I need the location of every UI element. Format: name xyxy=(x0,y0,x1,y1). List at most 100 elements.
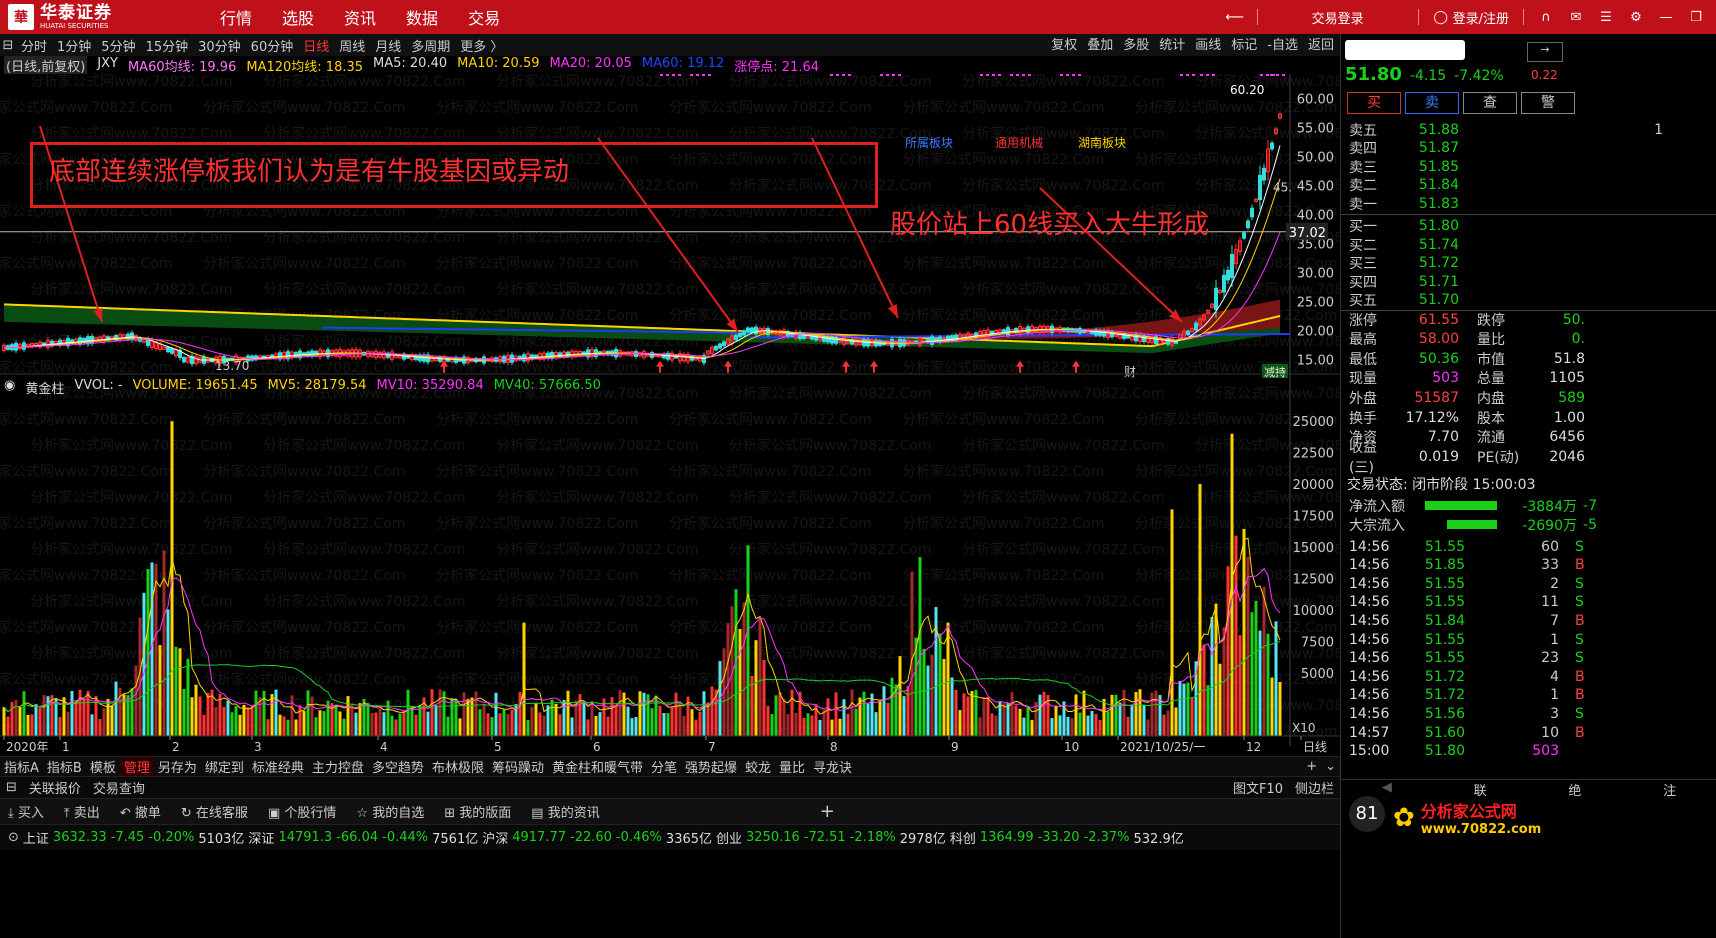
cancel-action[interactable]: ↶ 撤单 xyxy=(120,802,161,821)
tick-row[interactable]: 15:00 51.80 503 xyxy=(1341,742,1716,761)
tool-button[interactable]: 复权 xyxy=(1051,34,1077,53)
tool-button[interactable]: 叠加 xyxy=(1087,34,1113,53)
status-icon[interactable]: ⊙ xyxy=(8,830,19,845)
indicator-tab[interactable]: 量比 xyxy=(775,757,809,776)
news-action[interactable]: ▤ 我的资讯 xyxy=(531,802,599,821)
tool-button[interactable]: -自选 xyxy=(1267,34,1298,53)
bid-row[interactable]: 买二 51.74 xyxy=(1341,235,1716,254)
login-register-link[interactable]: 登录/注册 xyxy=(1453,8,1509,27)
period-tab[interactable]: 周线 xyxy=(334,36,370,55)
trade-login-button[interactable]: 交易登录 xyxy=(1312,8,1364,27)
add-icon[interactable]: + xyxy=(820,801,835,822)
index-name[interactable]: 深证 xyxy=(248,828,274,847)
index-name[interactable]: 上证 xyxy=(23,828,49,847)
tool-button[interactable]: 统计 xyxy=(1159,34,1185,53)
indicator-tab[interactable]: 蛟龙 xyxy=(741,757,775,776)
tick-row[interactable]: 14:56 51.55 60 S xyxy=(1341,537,1716,556)
tool-button[interactable]: 画线 xyxy=(1195,34,1221,53)
indicator-tab[interactable]: 主力控盘 xyxy=(308,757,368,776)
headset-icon[interactable]: ∩ xyxy=(1538,9,1554,25)
panel-nav-item[interactable]: 注 xyxy=(1663,780,1676,799)
expand-icon[interactable]: ⌄ xyxy=(1321,759,1340,774)
menu-item-news[interactable]: 资讯 xyxy=(344,5,376,29)
bid-row[interactable]: 买四 51.71 xyxy=(1341,272,1716,291)
collapse-icon[interactable]: ⊟ xyxy=(0,780,23,795)
indicator-tab[interactable]: 指标A xyxy=(0,757,43,776)
panel-nav-item[interactable]: 绝 xyxy=(1568,780,1581,799)
tick-row[interactable]: 14:56 51.72 4 B xyxy=(1341,667,1716,686)
back-arrow-icon[interactable]: ⟵ xyxy=(1225,9,1244,25)
ask-row[interactable]: 卖二 51.84 xyxy=(1341,176,1716,195)
sidebar-toggle[interactable]: 侧边栏 xyxy=(1289,778,1340,797)
indicator-tab-active[interactable]: 管理 xyxy=(119,757,154,776)
index-name[interactable]: 沪深 xyxy=(482,828,508,847)
buy-button[interactable]: 买 xyxy=(1347,92,1401,114)
period-tab[interactable]: 多周期 xyxy=(406,36,455,55)
app-logo[interactable]: 華 华泰证券 HUATAI SECURITIES xyxy=(0,0,180,34)
period-tab[interactable]: 1分钟 xyxy=(52,36,96,55)
period-tab[interactable]: 5分钟 xyxy=(96,36,140,55)
tool-button[interactable]: 返回 xyxy=(1308,34,1334,53)
tick-row[interactable]: 14:56 51.55 1 S xyxy=(1341,630,1716,649)
stock-quote-action[interactable]: ▣ 个股行情 xyxy=(268,802,336,821)
period-tab[interactable]: 月线 xyxy=(370,36,406,55)
indicator-tab[interactable]: 指标B xyxy=(43,757,86,776)
alert-button[interactable]: 警 xyxy=(1521,92,1575,114)
user-icon[interactable]: ◯ xyxy=(1433,9,1449,25)
indicator-tab[interactable]: 筹码躁动 xyxy=(488,757,548,776)
menu-item-data[interactable]: 数据 xyxy=(406,5,438,29)
ask-row[interactable]: 卖四 51.87 xyxy=(1341,139,1716,158)
period-tab[interactable]: 60分钟 xyxy=(246,36,299,55)
mail-icon[interactable]: ✉ xyxy=(1568,9,1584,25)
tick-row[interactable]: 14:56 51.72 1 B xyxy=(1341,686,1716,705)
indicator-tab[interactable]: 黄金柱和暖气带 xyxy=(548,757,647,776)
tool-button[interactable]: 多股 xyxy=(1123,34,1149,53)
index-name[interactable]: 创业 xyxy=(716,828,742,847)
period-tab[interactable]: 30分钟 xyxy=(193,36,246,55)
period-tab[interactable]: 分时 xyxy=(16,36,52,55)
menu-item-trade[interactable]: 交易 xyxy=(468,5,500,29)
watchlist-action[interactable]: ☆ 我的自选 xyxy=(356,802,424,821)
bid-row[interactable]: 买一 51.80 xyxy=(1341,217,1716,236)
tick-row[interactable]: 14:56 51.56 3 S xyxy=(1341,704,1716,723)
sector-label[interactable]: 湖南板块 xyxy=(1078,134,1126,151)
indicator-tab[interactable]: 绑定到 xyxy=(201,757,248,776)
notification-badge[interactable]: 81 xyxy=(1349,796,1385,832)
tick-row[interactable]: 14:56 51.55 2 S xyxy=(1341,574,1716,593)
f10-button[interactable]: 图文F10 xyxy=(1227,778,1289,797)
ask-row[interactable]: 卖五 51.88 1 xyxy=(1341,120,1716,139)
period-tab-active[interactable]: 日线 xyxy=(298,36,334,55)
indicator-tab[interactable]: 另存为 xyxy=(154,757,201,776)
indicator-tab[interactable]: 布林极限 xyxy=(428,757,488,776)
index-name[interactable]: 科创 xyxy=(950,828,976,847)
add-tab-icon[interactable]: + xyxy=(1302,759,1321,774)
indicator-tab[interactable]: 寻龙诀 xyxy=(809,757,856,776)
gear-icon[interactable]: ⚙ xyxy=(1628,9,1644,25)
panel-nav-item[interactable]: 联 xyxy=(1474,780,1487,799)
sell-action[interactable]: ⤒ 卖出 xyxy=(64,802,100,821)
indicator-tab[interactable]: 强势起爆 xyxy=(681,757,741,776)
indicator-tab[interactable]: 多空趋势 xyxy=(368,757,428,776)
ask-row[interactable]: 卖一 51.83 xyxy=(1341,194,1716,213)
period-tab[interactable]: 15分钟 xyxy=(141,36,194,55)
sub-tab[interactable]: 关联报价 xyxy=(23,778,87,797)
tick-row[interactable]: 14:57 51.60 10 B xyxy=(1341,723,1716,742)
indicator-tab[interactable]: 标准经典 xyxy=(248,757,308,776)
service-action[interactable]: ↻ 在线客服 xyxy=(181,802,248,821)
bid-row[interactable]: 买三 51.72 xyxy=(1341,254,1716,273)
menu-item-quotes[interactable]: 行情 xyxy=(220,5,252,29)
sell-button[interactable]: 卖 xyxy=(1405,92,1459,114)
sector-label[interactable]: 所属板块 xyxy=(905,134,953,151)
tick-row[interactable]: 14:56 51.85 33 B xyxy=(1341,556,1716,575)
panel-nav-item[interactable]: ◀ xyxy=(1382,780,1392,797)
query-button[interactable]: 查 xyxy=(1463,92,1517,114)
minimize-icon[interactable]: — xyxy=(1658,9,1674,25)
bid-row[interactable]: 买五 51.70 xyxy=(1341,291,1716,310)
sector-label[interactable]: 通用机械 xyxy=(995,134,1043,151)
tool-button[interactable]: 标记 xyxy=(1231,34,1257,53)
tick-row[interactable]: 14:56 51.55 23 S xyxy=(1341,649,1716,668)
period-tab[interactable]: 更多 〉 xyxy=(455,36,508,55)
next-stock-button[interactable]: → xyxy=(1527,42,1563,62)
sub-tab[interactable]: 交易查询 xyxy=(87,778,151,797)
menu-icon[interactable]: ☰ xyxy=(1598,9,1614,25)
